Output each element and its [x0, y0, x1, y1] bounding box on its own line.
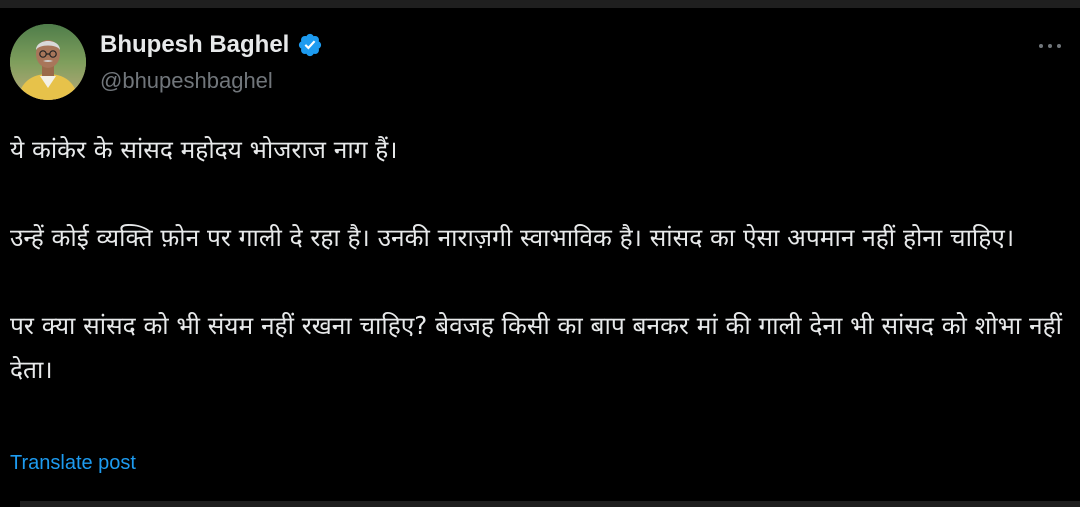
author-display-name[interactable]: Bhupesh Baghel [100, 31, 289, 59]
tweet-paragraph: पर क्या सांसद को भी संयम नहीं रखना चाहिए… [10, 311, 1062, 384]
translate-post-link[interactable]: Translate post [10, 452, 136, 475]
more-dot [1057, 44, 1061, 48]
tweet-paragraph: उन्हें कोई व्यक्ति फ़ोन पर गाली दे रहा ह… [10, 223, 1015, 252]
avatar-image [10, 24, 86, 100]
more-dot [1039, 44, 1043, 48]
author-handle[interactable]: @bhupeshbaghel [100, 68, 273, 94]
tweet-paragraph: ये कांकेर के सांसद महोदय भोजराज नाग हैं। [10, 135, 398, 164]
verified-badge-icon [297, 32, 323, 58]
tweet-body: ये कांकेर के सांसद महोदय भोजराज नाग हैं।… [10, 128, 1070, 392]
tweet-header: Bhupesh Baghel @bhupeshbaghel [10, 22, 1070, 102]
author-avatar[interactable] [10, 24, 86, 100]
top-edge-strip [0, 0, 1080, 8]
more-dot [1048, 44, 1052, 48]
more-horizontal-icon[interactable] [1030, 36, 1070, 56]
bottom-edge-strip [20, 501, 1080, 507]
author-name-row: Bhupesh Baghel [100, 28, 323, 62]
